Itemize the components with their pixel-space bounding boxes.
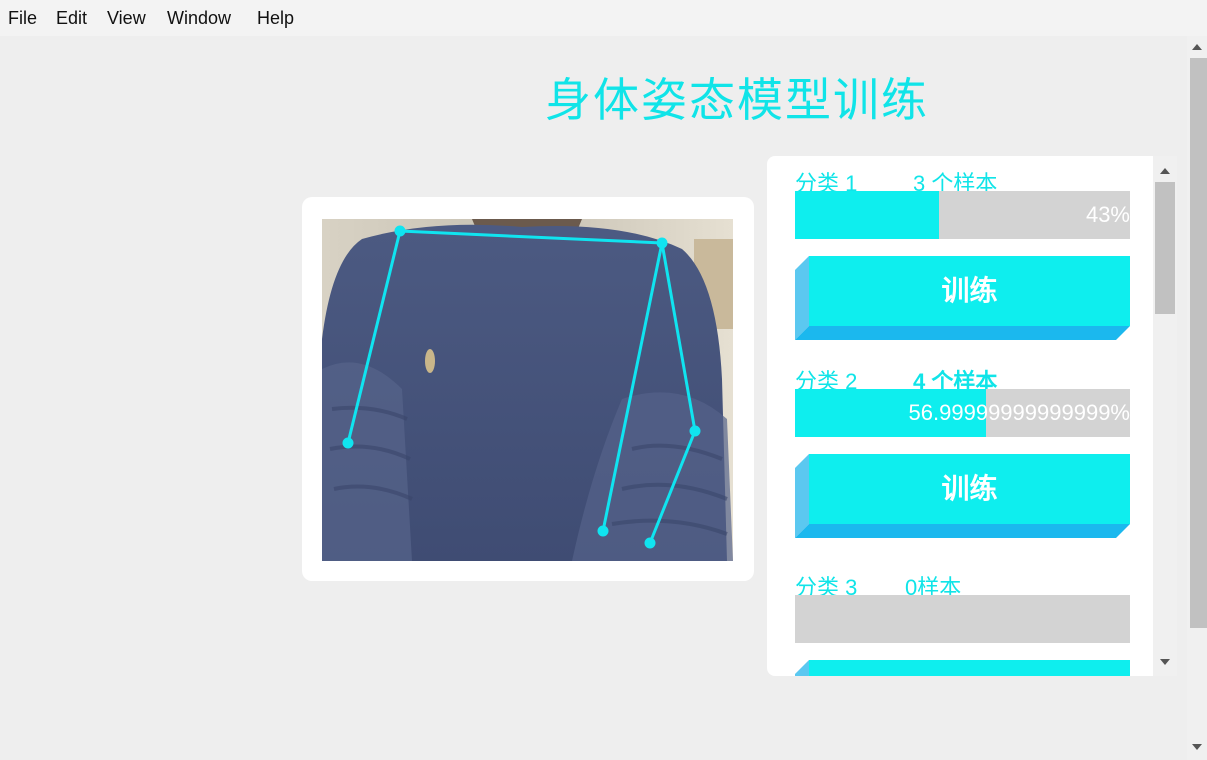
menu-edit[interactable]: Edit bbox=[56, 8, 87, 29]
progress-bar bbox=[795, 595, 1130, 643]
page-scrollbar[interactable] bbox=[1187, 36, 1207, 760]
scroll-down-arrow-icon[interactable] bbox=[1192, 744, 1202, 750]
train-button-label: 训练 bbox=[941, 274, 998, 307]
panel-scrollbar[interactable] bbox=[1153, 156, 1177, 676]
scroll-down-arrow-icon[interactable] bbox=[1160, 659, 1170, 665]
camera-card bbox=[302, 197, 754, 581]
class-item-1: 分类 1 3 个样本 43% 训练 bbox=[795, 160, 1130, 340]
train-button-1[interactable]: 训练 bbox=[795, 256, 1130, 340]
training-panel: 分类 1 3 个样本 43% 训练 分类 2 4 个样本 56.99999999… bbox=[767, 156, 1177, 676]
class-list[interactable]: 分类 1 3 个样本 43% 训练 分类 2 4 个样本 56.99999999… bbox=[767, 156, 1153, 676]
panel-scrollbar-thumb[interactable] bbox=[1155, 182, 1175, 314]
class-item-2: 分类 2 4 个样本 56.99999999999999% 训练 bbox=[795, 358, 1130, 538]
page-title: 身体姿态模型训练 bbox=[545, 73, 929, 127]
scroll-up-arrow-icon[interactable] bbox=[1192, 44, 1202, 50]
train-button-3[interactable]: 训练 bbox=[795, 660, 1130, 676]
class-item-3: 分类 3 0样本 训练 bbox=[795, 564, 1130, 676]
camera-feed bbox=[322, 219, 733, 561]
left-sleeve bbox=[322, 362, 412, 561]
train-button-2[interactable]: 训练 bbox=[795, 454, 1130, 538]
menu-file[interactable]: File bbox=[8, 8, 37, 29]
menu-window[interactable]: Window bbox=[167, 8, 231, 29]
menu-bar: File Edit View Window Help bbox=[0, 0, 1207, 36]
train-button-label: 训练 bbox=[809, 660, 1130, 676]
page-scrollbar-thumb[interactable] bbox=[1190, 58, 1207, 628]
progress-bar: 43% bbox=[795, 191, 1130, 239]
sweater-stain bbox=[425, 349, 435, 373]
train-button-label: 训练 bbox=[941, 472, 998, 505]
progress-fill bbox=[795, 191, 940, 239]
progress-bar: 56.99999999999999% bbox=[795, 389, 1130, 437]
progress-text: 56.99999999999999% bbox=[908, 400, 1130, 425]
scroll-up-arrow-icon[interactable] bbox=[1160, 168, 1170, 174]
progress-text: 43% bbox=[1085, 202, 1130, 227]
menu-view[interactable]: View bbox=[107, 8, 146, 29]
menu-help[interactable]: Help bbox=[257, 8, 294, 29]
